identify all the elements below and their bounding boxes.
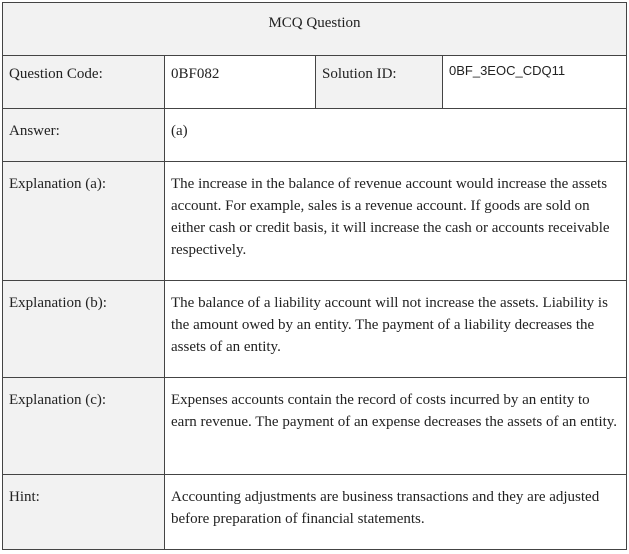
answer-label: Answer: [2, 108, 165, 162]
explanation-a-label: Explanation (a): [2, 161, 165, 281]
answer-row: Answer: (a) [2, 108, 628, 162]
explanation-c-label: Explanation (c): [2, 377, 165, 475]
hint-label: Hint: [2, 474, 165, 550]
explanation-a-row: Explanation (a): The increase in the bal… [2, 161, 628, 281]
mcq-table: MCQ Question Question Code: 0BF082 Solut… [1, 2, 628, 550]
explanation-c-text: Expenses accounts contain the record of … [163, 377, 628, 475]
question-code-value: 0BF082 [164, 55, 316, 109]
solution-id-value: 0BF_3EOC_CDQ11 [441, 55, 628, 109]
answer-value: (a) [163, 108, 628, 162]
explanation-b-text: The balance of a liability account will … [163, 280, 628, 378]
solution-id-label: Solution ID: [315, 55, 443, 109]
code-row: Question Code: 0BF082 Solution ID: 0BF_3… [2, 55, 628, 109]
explanation-b-row: Explanation (b): The balance of a liabil… [2, 280, 628, 378]
hint-text: Accounting adjustments are business tran… [163, 474, 628, 550]
explanation-b-label: Explanation (b): [2, 280, 165, 378]
page: MCQ Question Question Code: 0BF082 Solut… [0, 0, 629, 554]
table-title: MCQ Question [1, 2, 628, 56]
title-row: MCQ Question [1, 2, 628, 56]
question-code-label: Question Code: [2, 55, 165, 109]
explanation-c-row: Explanation (c): Expenses accounts conta… [2, 377, 628, 475]
hint-row: Hint: Accounting adjustments are busines… [2, 474, 628, 550]
explanation-a-text: The increase in the balance of revenue a… [163, 161, 628, 281]
